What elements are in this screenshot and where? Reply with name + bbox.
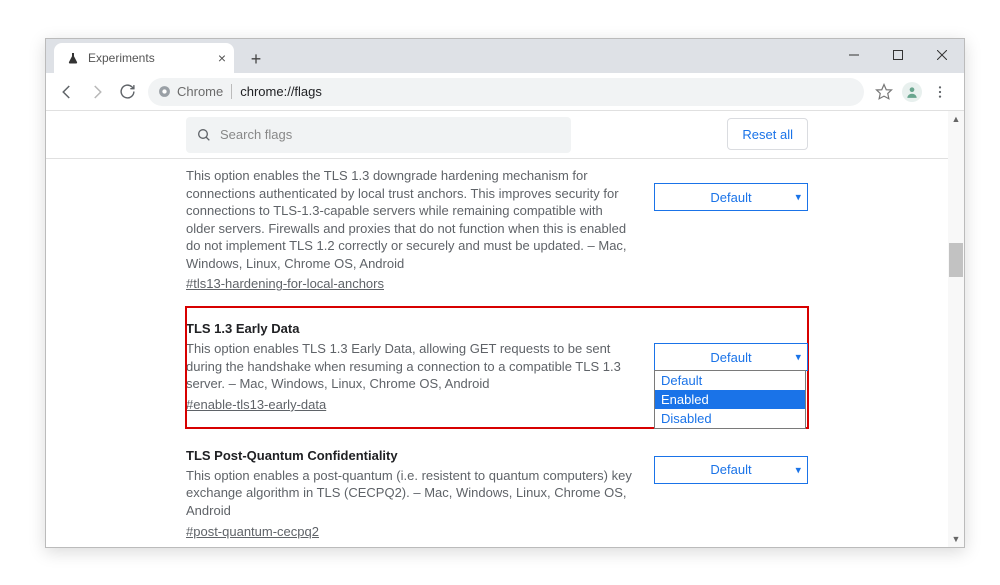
flag-state-value: Default — [710, 190, 751, 205]
flag-item-highlighted: TLS 1.3 Early Data This option enables T… — [186, 307, 808, 428]
flag-description: This option enables a post-quantum (i.e.… — [186, 467, 634, 520]
scrollbar-thumb[interactable] — [949, 243, 963, 277]
flags-search-box[interactable] — [186, 117, 571, 153]
chrome-icon — [158, 85, 171, 98]
chevron-down-icon: ▾ — [795, 351, 801, 364]
flag-text: This option enables the TLS 1.3 downgrad… — [186, 167, 654, 293]
scrollbar[interactable]: ▲ ▼ — [948, 111, 964, 547]
toolbar-right — [870, 78, 958, 106]
maximize-button[interactable] — [876, 39, 920, 71]
flag-item: TLS Post-Quantum Confidentiality This op… — [186, 428, 808, 547]
flag-state-select[interactable]: Default ▾ — [654, 456, 808, 484]
back-button[interactable] — [52, 77, 82, 107]
flag-state-select[interactable]: Default ▾ — [654, 183, 808, 211]
new-tab-button[interactable]: + — [242, 45, 270, 73]
scroll-up-arrow-icon[interactable]: ▲ — [948, 111, 964, 127]
bookmark-star-icon[interactable] — [870, 78, 898, 106]
reset-all-button[interactable]: Reset all — [727, 118, 808, 150]
flag-description: This option enables the TLS 1.3 downgrad… — [186, 167, 634, 272]
flag-select-wrap: Default ▾ Default Enabled Disabled — [654, 321, 808, 414]
flask-icon — [66, 51, 80, 65]
window-controls — [832, 39, 964, 71]
flag-text: TLS 1.3 Early Data This option enables T… — [186, 321, 654, 414]
omnibox-origin-label: Chrome — [177, 84, 223, 99]
flag-state-value: Default — [710, 350, 751, 365]
flag-text: TLS Post-Quantum Confidentiality This op… — [186, 448, 654, 541]
tab-title: Experiments — [88, 51, 155, 65]
site-info-chip[interactable]: Chrome — [158, 84, 232, 99]
toolbar: Chrome chrome://flags — [46, 73, 964, 111]
flag-select-wrap: Default ▾ — [654, 167, 808, 293]
dropdown-option-default[interactable]: Default — [655, 371, 805, 390]
close-tab-icon[interactable]: × — [218, 50, 226, 66]
close-window-button[interactable] — [920, 39, 964, 71]
profile-avatar[interactable] — [902, 82, 922, 102]
browser-tab[interactable]: Experiments × — [54, 43, 234, 73]
minimize-button[interactable] — [832, 39, 876, 71]
flag-title: TLS Post-Quantum Confidentiality — [186, 448, 634, 463]
flag-item: This option enables the TLS 1.3 downgrad… — [186, 167, 808, 307]
flag-select-wrap: Default ▾ — [654, 448, 808, 541]
flag-title: TLS 1.3 Early Data — [186, 321, 634, 336]
search-icon — [196, 127, 212, 143]
chevron-down-icon: ▾ — [795, 191, 801, 204]
scroll-down-arrow-icon[interactable]: ▼ — [948, 531, 964, 547]
titlebar: Experiments × + — [46, 39, 964, 73]
flag-hash-link[interactable]: #enable-tls13-early-data — [186, 397, 326, 412]
reload-button[interactable] — [112, 77, 142, 107]
flag-hash-link[interactable]: #tls13-hardening-for-local-anchors — [186, 276, 384, 291]
forward-button[interactable] — [82, 77, 112, 107]
dropdown-option-disabled[interactable]: Disabled — [655, 409, 805, 428]
flag-state-select[interactable]: Default ▾ — [654, 343, 808, 371]
address-bar[interactable]: Chrome chrome://flags — [148, 78, 864, 106]
flag-state-value: Default — [710, 462, 751, 477]
omnibox-url: chrome://flags — [240, 84, 322, 99]
flags-list: This option enables the TLS 1.3 downgrad… — [46, 159, 964, 547]
kebab-menu-icon[interactable] — [926, 78, 954, 106]
flags-header: Reset all — [46, 111, 964, 159]
dropdown-option-enabled[interactable]: Enabled — [655, 390, 805, 409]
flags-search-input[interactable] — [220, 127, 561, 142]
reset-all-label: Reset all — [742, 127, 793, 142]
flag-description: This option enables TLS 1.3 Early Data, … — [186, 340, 634, 393]
content-area: Reset all This option enables the TLS 1.… — [46, 111, 964, 547]
browser-window: Experiments × + — [45, 38, 965, 548]
flag-hash-link[interactable]: #post-quantum-cecpq2 — [186, 524, 319, 539]
flag-state-dropdown: Default Enabled Disabled — [654, 370, 806, 429]
chevron-down-icon: ▾ — [795, 463, 801, 476]
